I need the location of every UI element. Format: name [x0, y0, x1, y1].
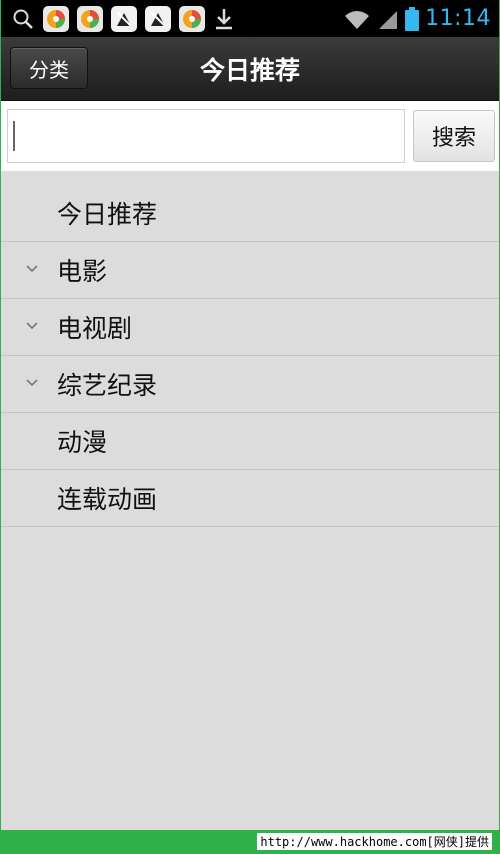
search-bar: 搜索 — [1, 101, 499, 171]
list-item-label: 电视剧 — [57, 314, 133, 343]
search-icon — [13, 9, 33, 29]
list-item[interactable]: 电视剧 — [1, 299, 499, 356]
search-input[interactable] — [7, 109, 405, 163]
list-item[interactable]: 连载动画 — [1, 470, 499, 527]
category-button[interactable]: 分类 — [10, 47, 88, 89]
list-item-label: 动漫 — [57, 428, 108, 457]
list-item-label: 今日推荐 — [57, 200, 158, 229]
battery-icon — [405, 6, 420, 31]
text-cursor — [13, 121, 15, 151]
signal-icon — [379, 10, 398, 29]
list-item[interactable]: 今日推荐 — [1, 185, 499, 242]
list-item-label: 电影 — [57, 257, 108, 286]
list-item-label: 综艺纪录 — [57, 371, 158, 400]
page-title: 今日推荐 — [199, 55, 300, 85]
chevron-down-icon — [26, 265, 38, 273]
clock: 11:14 — [425, 6, 491, 31]
usb-debug-icon — [111, 5, 137, 32]
list-item-label: 连载动画 — [57, 485, 158, 514]
usb-debug-icon — [145, 5, 171, 32]
app-360-icon — [43, 5, 69, 32]
app-360-icon — [77, 5, 103, 32]
app-screen: 11:14 分类 今日推荐 搜索 今日推荐 电影 电视剧 综艺纪录 动漫 连载动… — [1, 0, 499, 830]
list-item[interactable]: 综艺纪录 — [1, 356, 499, 413]
watermark-bar: http://www.hackhome.com[网侠]提供 — [0, 830, 500, 854]
list-item[interactable]: 电影 — [1, 242, 499, 299]
chevron-down-icon — [26, 379, 38, 387]
status-bar: 11:14 — [1, 0, 499, 37]
wifi-icon — [345, 10, 370, 29]
watermark-text: http://www.hackhome.com[网侠]提供 — [257, 833, 492, 850]
title-bar: 分类 今日推荐 — [1, 37, 499, 101]
app-360-icon — [179, 5, 205, 32]
list-item[interactable]: 动漫 — [1, 413, 499, 470]
category-list: 今日推荐 电影 电视剧 综艺纪录 动漫 连载动画 — [1, 185, 499, 527]
chevron-down-icon — [26, 322, 38, 330]
search-button[interactable]: 搜索 — [413, 110, 495, 162]
download-icon — [216, 8, 232, 29]
